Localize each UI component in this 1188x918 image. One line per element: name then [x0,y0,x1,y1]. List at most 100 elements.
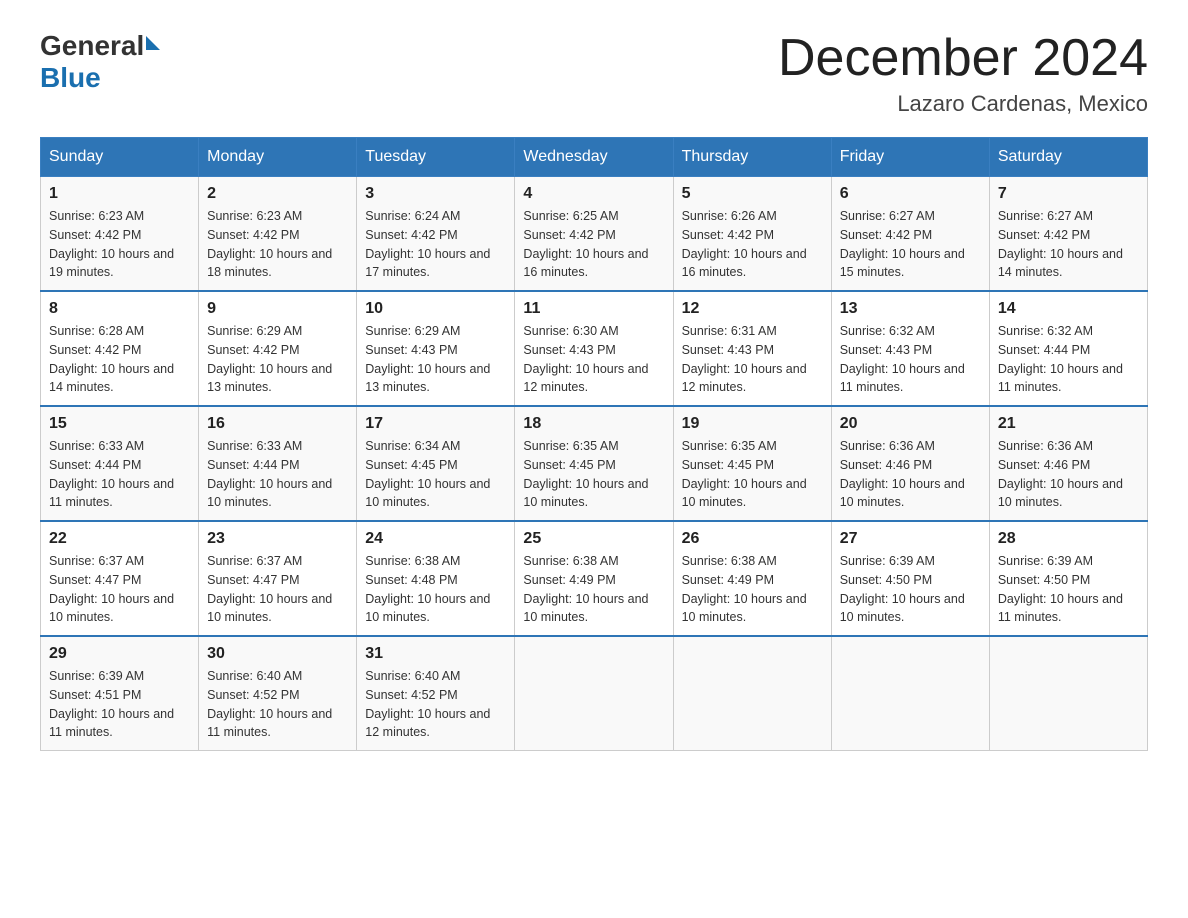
day-info: Sunrise: 6:39 AMSunset: 4:50 PMDaylight:… [998,552,1139,627]
calendar-week-4: 22 Sunrise: 6:37 AMSunset: 4:47 PMDaylig… [41,521,1148,636]
day-info: Sunrise: 6:26 AMSunset: 4:42 PMDaylight:… [682,207,823,282]
day-info: Sunrise: 6:39 AMSunset: 4:51 PMDaylight:… [49,667,190,742]
day-number: 8 [49,300,190,318]
logo: General Blue [40,30,160,94]
header-wednesday: Wednesday [515,138,673,177]
logo-general-text: General [40,30,144,62]
calendar-day-25: 25 Sunrise: 6:38 AMSunset: 4:49 PMDaylig… [515,521,673,636]
calendar-day-4: 4 Sunrise: 6:25 AMSunset: 4:42 PMDayligh… [515,177,673,292]
day-number: 29 [49,645,190,663]
day-info: Sunrise: 6:29 AMSunset: 4:42 PMDaylight:… [207,322,348,397]
calendar-day-24: 24 Sunrise: 6:38 AMSunset: 4:48 PMDaylig… [357,521,515,636]
day-info: Sunrise: 6:36 AMSunset: 4:46 PMDaylight:… [840,437,981,512]
calendar-day-15: 15 Sunrise: 6:33 AMSunset: 4:44 PMDaylig… [41,406,199,521]
calendar-week-3: 15 Sunrise: 6:33 AMSunset: 4:44 PMDaylig… [41,406,1148,521]
day-number: 2 [207,185,348,203]
header-tuesday: Tuesday [357,138,515,177]
day-info: Sunrise: 6:38 AMSunset: 4:48 PMDaylight:… [365,552,506,627]
day-number: 12 [682,300,823,318]
day-info: Sunrise: 6:35 AMSunset: 4:45 PMDaylight:… [523,437,664,512]
logo-triangle-icon [146,36,160,50]
calendar-day-31: 31 Sunrise: 6:40 AMSunset: 4:52 PMDaylig… [357,636,515,751]
logo-blue-text: Blue [40,62,160,94]
calendar-day-13: 13 Sunrise: 6:32 AMSunset: 4:43 PMDaylig… [831,291,989,406]
calendar-day-6: 6 Sunrise: 6:27 AMSunset: 4:42 PMDayligh… [831,177,989,292]
calendar-day-27: 27 Sunrise: 6:39 AMSunset: 4:50 PMDaylig… [831,521,989,636]
day-info: Sunrise: 6:37 AMSunset: 4:47 PMDaylight:… [49,552,190,627]
day-number: 17 [365,415,506,433]
day-number: 28 [998,530,1139,548]
calendar-day-2: 2 Sunrise: 6:23 AMSunset: 4:42 PMDayligh… [199,177,357,292]
calendar-day-21: 21 Sunrise: 6:36 AMSunset: 4:46 PMDaylig… [989,406,1147,521]
calendar-day-18: 18 Sunrise: 6:35 AMSunset: 4:45 PMDaylig… [515,406,673,521]
day-info: Sunrise: 6:38 AMSunset: 4:49 PMDaylight:… [682,552,823,627]
day-info: Sunrise: 6:38 AMSunset: 4:49 PMDaylight:… [523,552,664,627]
calendar-day-12: 12 Sunrise: 6:31 AMSunset: 4:43 PMDaylig… [673,291,831,406]
page-subtitle: Lazaro Cardenas, Mexico [778,91,1148,117]
calendar-day-26: 26 Sunrise: 6:38 AMSunset: 4:49 PMDaylig… [673,521,831,636]
calendar-day-30: 30 Sunrise: 6:40 AMSunset: 4:52 PMDaylig… [199,636,357,751]
day-number: 25 [523,530,664,548]
header-monday: Monday [199,138,357,177]
day-number: 1 [49,185,190,203]
day-info: Sunrise: 6:32 AMSunset: 4:44 PMDaylight:… [998,322,1139,397]
calendar-day-8: 8 Sunrise: 6:28 AMSunset: 4:42 PMDayligh… [41,291,199,406]
calendar-day-23: 23 Sunrise: 6:37 AMSunset: 4:47 PMDaylig… [199,521,357,636]
day-info: Sunrise: 6:23 AMSunset: 4:42 PMDaylight:… [207,207,348,282]
calendar-day-14: 14 Sunrise: 6:32 AMSunset: 4:44 PMDaylig… [989,291,1147,406]
day-info: Sunrise: 6:36 AMSunset: 4:46 PMDaylight:… [998,437,1139,512]
calendar-day-1: 1 Sunrise: 6:23 AMSunset: 4:42 PMDayligh… [41,177,199,292]
calendar-day-22: 22 Sunrise: 6:37 AMSunset: 4:47 PMDaylig… [41,521,199,636]
day-info: Sunrise: 6:33 AMSunset: 4:44 PMDaylight:… [49,437,190,512]
day-info: Sunrise: 6:30 AMSunset: 4:43 PMDaylight:… [523,322,664,397]
day-info: Sunrise: 6:27 AMSunset: 4:42 PMDaylight:… [840,207,981,282]
calendar-day-29: 29 Sunrise: 6:39 AMSunset: 4:51 PMDaylig… [41,636,199,751]
day-number: 4 [523,185,664,203]
day-number: 21 [998,415,1139,433]
day-info: Sunrise: 6:40 AMSunset: 4:52 PMDaylight:… [207,667,348,742]
header-sunday: Sunday [41,138,199,177]
day-number: 5 [682,185,823,203]
empty-cell [989,636,1147,751]
day-number: 6 [840,185,981,203]
day-info: Sunrise: 6:35 AMSunset: 4:45 PMDaylight:… [682,437,823,512]
day-info: Sunrise: 6:37 AMSunset: 4:47 PMDaylight:… [207,552,348,627]
title-block: December 2024 Lazaro Cardenas, Mexico [778,30,1148,117]
empty-cell [831,636,989,751]
calendar-week-2: 8 Sunrise: 6:28 AMSunset: 4:42 PMDayligh… [41,291,1148,406]
calendar-table: Sunday Monday Tuesday Wednesday Thursday… [40,137,1148,751]
calendar-day-16: 16 Sunrise: 6:33 AMSunset: 4:44 PMDaylig… [199,406,357,521]
day-number: 20 [840,415,981,433]
calendar-header-row: Sunday Monday Tuesday Wednesday Thursday… [41,138,1148,177]
day-number: 22 [49,530,190,548]
day-number: 27 [840,530,981,548]
page-title: December 2024 [778,30,1148,87]
day-info: Sunrise: 6:32 AMSunset: 4:43 PMDaylight:… [840,322,981,397]
calendar-week-1: 1 Sunrise: 6:23 AMSunset: 4:42 PMDayligh… [41,177,1148,292]
day-number: 15 [49,415,190,433]
day-number: 30 [207,645,348,663]
day-info: Sunrise: 6:28 AMSunset: 4:42 PMDaylight:… [49,322,190,397]
day-info: Sunrise: 6:33 AMSunset: 4:44 PMDaylight:… [207,437,348,512]
calendar-day-5: 5 Sunrise: 6:26 AMSunset: 4:42 PMDayligh… [673,177,831,292]
page-header: General Blue December 2024 Lazaro Carden… [40,30,1148,117]
day-number: 16 [207,415,348,433]
empty-cell [673,636,831,751]
calendar-day-9: 9 Sunrise: 6:29 AMSunset: 4:42 PMDayligh… [199,291,357,406]
day-number: 11 [523,300,664,318]
calendar-day-3: 3 Sunrise: 6:24 AMSunset: 4:42 PMDayligh… [357,177,515,292]
header-thursday: Thursday [673,138,831,177]
day-info: Sunrise: 6:23 AMSunset: 4:42 PMDaylight:… [49,207,190,282]
day-number: 24 [365,530,506,548]
empty-cell [515,636,673,751]
day-number: 14 [998,300,1139,318]
day-number: 3 [365,185,506,203]
calendar-day-11: 11 Sunrise: 6:30 AMSunset: 4:43 PMDaylig… [515,291,673,406]
day-number: 31 [365,645,506,663]
header-friday: Friday [831,138,989,177]
day-info: Sunrise: 6:25 AMSunset: 4:42 PMDaylight:… [523,207,664,282]
calendar-day-17: 17 Sunrise: 6:34 AMSunset: 4:45 PMDaylig… [357,406,515,521]
day-info: Sunrise: 6:29 AMSunset: 4:43 PMDaylight:… [365,322,506,397]
calendar-week-5: 29 Sunrise: 6:39 AMSunset: 4:51 PMDaylig… [41,636,1148,751]
day-info: Sunrise: 6:24 AMSunset: 4:42 PMDaylight:… [365,207,506,282]
